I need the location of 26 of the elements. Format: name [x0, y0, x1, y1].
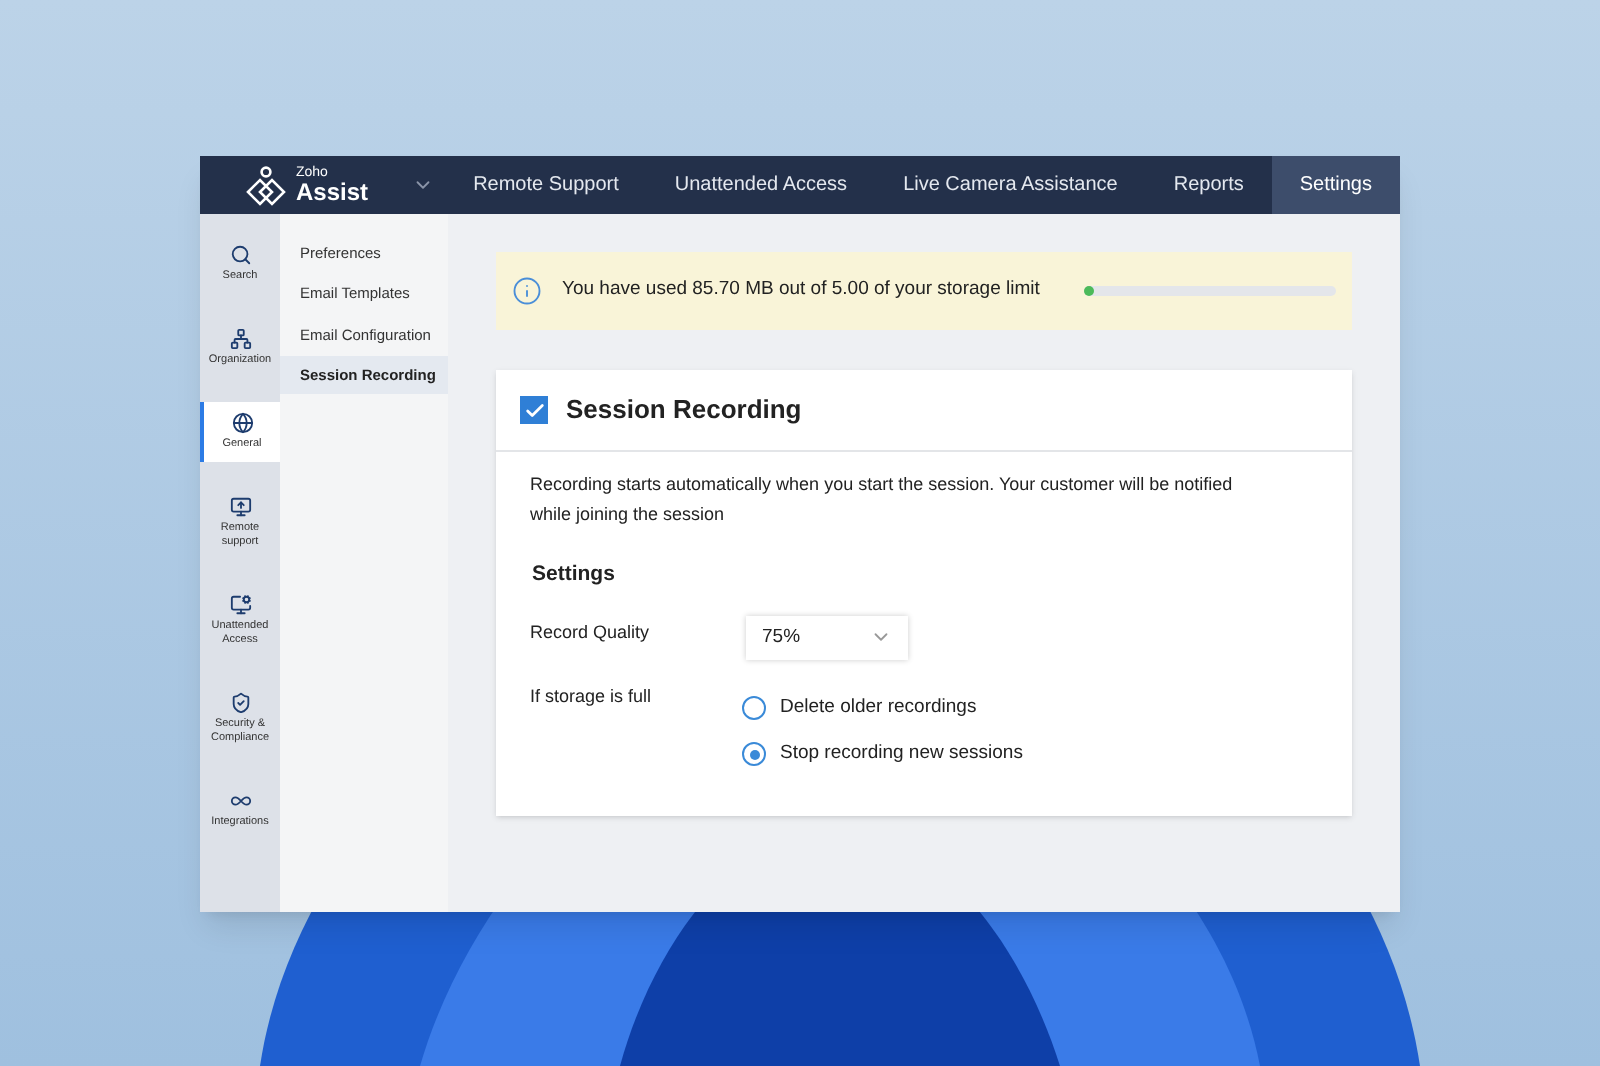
- description-text: Recording starts automatically when you start the session. Your customer will be notified while joining the session: [530, 472, 1235, 528]
- nav-tab[interactable]: Live Camera Assistance: [875, 156, 1146, 214]
- card-title: Session Recording: [566, 392, 802, 429]
- recording-checkbox[interactable]: [520, 396, 548, 424]
- logo-icon: [244, 165, 288, 205]
- hierarchy-icon: [229, 328, 251, 350]
- field-label: If storage is full: [530, 683, 654, 710]
- monitor-plus-icon: [229, 496, 251, 518]
- quality-dropdown[interactable]: 75%: [746, 615, 908, 660]
- section-heading: Settings: [532, 560, 617, 590]
- shield-check-icon: [229, 692, 251, 714]
- storage-text: You have used 85.70 MB out of 5.00 of your storage limit: [562, 276, 1040, 305]
- check-icon: [523, 399, 545, 421]
- radio-option[interactable]: Delete older recordings: [742, 693, 1023, 722]
- logo-text: Assist: [296, 180, 369, 204]
- globe-icon: [231, 412, 253, 434]
- nav-tab[interactable]: Settings: [1271, 156, 1400, 214]
- field-label: Record Quality: [530, 619, 652, 646]
- nav-tab[interactable]: Remote Support: [445, 156, 647, 214]
- monitor-icon: [229, 594, 251, 616]
- search-icon: [229, 244, 251, 266]
- nav-tab[interactable]: Unattended Access: [646, 156, 876, 214]
- nav-tab[interactable]: Reports: [1145, 156, 1272, 214]
- info-icon: [512, 276, 542, 306]
- radio-option[interactable]: Stop recording new sessions: [742, 740, 1023, 769]
- loop-icon: [229, 790, 251, 812]
